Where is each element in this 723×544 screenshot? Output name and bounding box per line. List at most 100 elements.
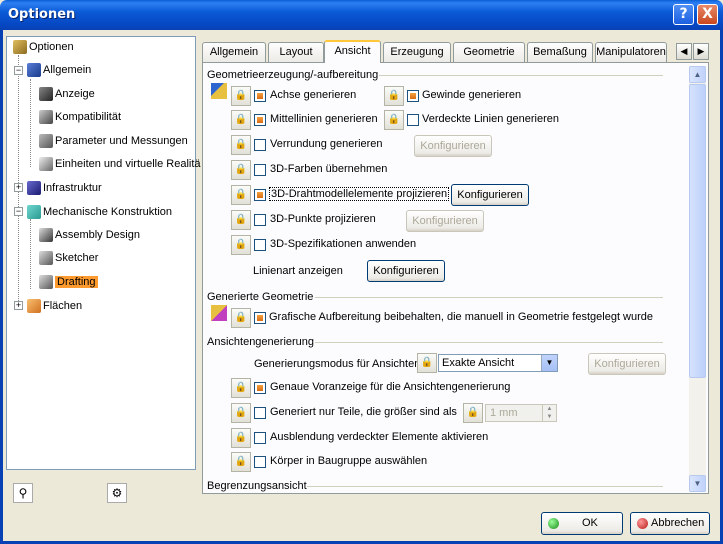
- lock-punkte-icon[interactable]: 🔒: [231, 210, 251, 230]
- configure-linienart-button[interactable]: Konfigurieren: [367, 260, 445, 282]
- surfaces-icon: [27, 299, 41, 314]
- scroll-down-icon[interactable]: ▼: [689, 475, 706, 492]
- punkte-checkbox[interactable]: [254, 214, 266, 226]
- verdeckte-label: Verdeckte Linien generieren: [422, 113, 559, 125]
- title-bar[interactable]: Optionen ? X: [0, 0, 723, 30]
- punkte-label: 3D-Punkte projizieren: [270, 213, 376, 225]
- cancel-label: Abbrechen: [651, 517, 705, 529]
- tree-item-optionen[interactable]: Optionen: [13, 38, 74, 56]
- configure-modus-button[interactable]: Konfigurieren: [588, 353, 666, 375]
- lock-grafische-icon[interactable]: 🔒: [231, 308, 251, 328]
- tab-layout[interactable]: Layout: [268, 42, 324, 62]
- configure-verrundung-button[interactable]: Konfigurieren: [414, 135, 492, 157]
- tab-allgemein[interactable]: Allgemein: [202, 42, 266, 62]
- scroll-thumb[interactable]: [689, 84, 706, 378]
- tree-item-einheiten[interactable]: Einheiten und virtuelle Realitä: [39, 155, 201, 173]
- koerper-checkbox[interactable]: [254, 456, 266, 468]
- tree-item-drafting[interactable]: Drafting: [39, 273, 98, 291]
- tab-manipulatoren[interactable]: Manipulatoren: [595, 42, 667, 62]
- tab-scroll-left-icon[interactable]: ◀: [676, 43, 692, 60]
- lock-spez-icon[interactable]: 🔒: [231, 235, 251, 255]
- gewinde-label: Gewinde generieren: [422, 89, 522, 101]
- tree-item-flaechen[interactable]: Flächen: [27, 297, 82, 315]
- vertical-scrollbar[interactable]: ▲ ▼: [689, 66, 706, 492]
- draht-checkbox[interactable]: [254, 189, 266, 201]
- ansicht-panel: Geometrieerzeugung/-aufbereitung 🔒 Achse…: [202, 62, 709, 494]
- tab-erzeugung[interactable]: Erzeugung: [383, 42, 451, 62]
- spin-down-icon[interactable]: ▼: [542, 413, 556, 421]
- section-boundary-title: Begrenzungsansicht: [207, 480, 307, 492]
- drafting-icon: [39, 275, 53, 290]
- sketcher-icon: [39, 251, 53, 266]
- nur-teile-label: Generiert nur Teile, die größer sind als: [270, 406, 457, 418]
- tree-item-sketcher[interactable]: Sketcher: [39, 249, 98, 267]
- lock-genaue-icon[interactable]: 🔒: [231, 378, 251, 398]
- gewinde-checkbox[interactable]: [407, 90, 419, 102]
- lock-groesse-icon[interactable]: 🔒: [463, 403, 483, 423]
- help-button[interactable]: ?: [673, 4, 694, 25]
- expand-allgemein[interactable]: −: [14, 66, 23, 75]
- ausblendung-checkbox[interactable]: [254, 432, 266, 444]
- size-value: 1 mm: [490, 407, 518, 419]
- tree-item-parameter[interactable]: Parameter und Messungen: [39, 132, 188, 150]
- mechanical-design-icon: [27, 205, 41, 220]
- window-title: Optionen: [8, 7, 76, 22]
- lock-verdeckte-icon[interactable]: 🔒: [384, 110, 404, 130]
- ausblendung-label: Ausblendung verdeckter Elemente aktivier…: [270, 431, 489, 443]
- expand-mechanik[interactable]: −: [14, 207, 23, 216]
- verdeckte-checkbox[interactable]: [407, 114, 419, 126]
- tree-item-mechanik[interactable]: Mechanische Konstruktion: [27, 203, 172, 221]
- expand-infrastruktur[interactable]: +: [14, 183, 23, 192]
- spin-up-icon[interactable]: ▲: [542, 405, 556, 413]
- lock-modus-icon[interactable]: 🔒: [417, 353, 437, 373]
- lock-farben-icon[interactable]: 🔒: [231, 160, 251, 180]
- mittellinien-checkbox[interactable]: [254, 114, 266, 126]
- configure-punkte-button[interactable]: Konfigurieren: [406, 210, 484, 232]
- lock-achse-icon[interactable]: 🔒: [231, 86, 251, 106]
- options-tree[interactable]: − + − + Optionen Allgemein Anzeige Kompa…: [6, 36, 201, 503]
- farben-checkbox[interactable]: [254, 164, 266, 176]
- options-report-button[interactable]: ⚙: [107, 483, 127, 503]
- nur-teile-checkbox[interactable]: [254, 407, 266, 419]
- verrundung-checkbox[interactable]: [254, 139, 266, 151]
- size-spinner[interactable]: 1 mm ▲ ▼: [485, 404, 557, 422]
- lock-draht-icon[interactable]: 🔒: [231, 185, 251, 205]
- close-button[interactable]: X: [697, 4, 718, 25]
- tab-ansicht[interactable]: Ansicht: [324, 40, 381, 63]
- lock-nur-teile-icon[interactable]: 🔒: [231, 403, 251, 423]
- tree-item-allgemein[interactable]: Allgemein: [27, 61, 91, 79]
- genaue-checkbox[interactable]: [254, 382, 266, 394]
- section-view-generation-title: Ansichtengenerierung: [207, 336, 315, 348]
- tree-item-assembly[interactable]: Assembly Design: [39, 226, 140, 244]
- tree-item-anzeige[interactable]: Anzeige: [39, 85, 95, 103]
- lock-options-button[interactable]: ⚲: [13, 483, 33, 503]
- assembly-icon: [39, 228, 53, 243]
- lock-ausblendung-icon[interactable]: 🔒: [231, 428, 251, 448]
- lock-mittellinien-icon[interactable]: 🔒: [231, 110, 251, 130]
- configure-draht-button[interactable]: Konfigurieren: [451, 184, 529, 206]
- section-geometry-title: Geometrieerzeugung/-aufbereitung: [207, 69, 379, 81]
- tree-item-kompatibilitaet[interactable]: Kompatibilität: [39, 108, 121, 126]
- farben-label: 3D-Farben übernehmen: [270, 163, 388, 175]
- lock-gewinde-icon[interactable]: 🔒: [384, 86, 404, 106]
- modus-label: Generierungsmodus für Ansichten: [254, 358, 421, 370]
- lock-koerper-icon[interactable]: 🔒: [231, 452, 251, 472]
- achse-checkbox[interactable]: [254, 90, 266, 102]
- section-generated-geometry-title: Generierte Geometrie: [207, 291, 314, 303]
- tab-bemassung[interactable]: Bemaßung: [527, 42, 593, 62]
- tab-geometrie[interactable]: Geometrie: [453, 42, 525, 62]
- expand-flaechen[interactable]: +: [14, 301, 23, 310]
- tab-scroll-right-icon[interactable]: ▶: [693, 43, 709, 60]
- tab-bar: Allgemein Layout Ansicht Erzeugung Geome…: [202, 40, 672, 63]
- ok-label: OK: [582, 517, 598, 529]
- generation-mode-select[interactable]: Exakte Ansicht ▼: [438, 354, 558, 372]
- scroll-up-icon[interactable]: ▲: [689, 66, 706, 83]
- lock-verrundung-icon[interactable]: 🔒: [231, 135, 251, 155]
- achse-label: Achse generieren: [270, 89, 357, 101]
- grafische-checkbox[interactable]: [254, 312, 266, 324]
- cancel-button[interactable]: Abbrechen: [630, 512, 710, 535]
- compatibility-icon: [39, 110, 53, 125]
- ok-button[interactable]: OK: [541, 512, 623, 535]
- tree-item-infrastruktur[interactable]: Infrastruktur: [27, 179, 102, 197]
- spez-checkbox[interactable]: [254, 239, 266, 251]
